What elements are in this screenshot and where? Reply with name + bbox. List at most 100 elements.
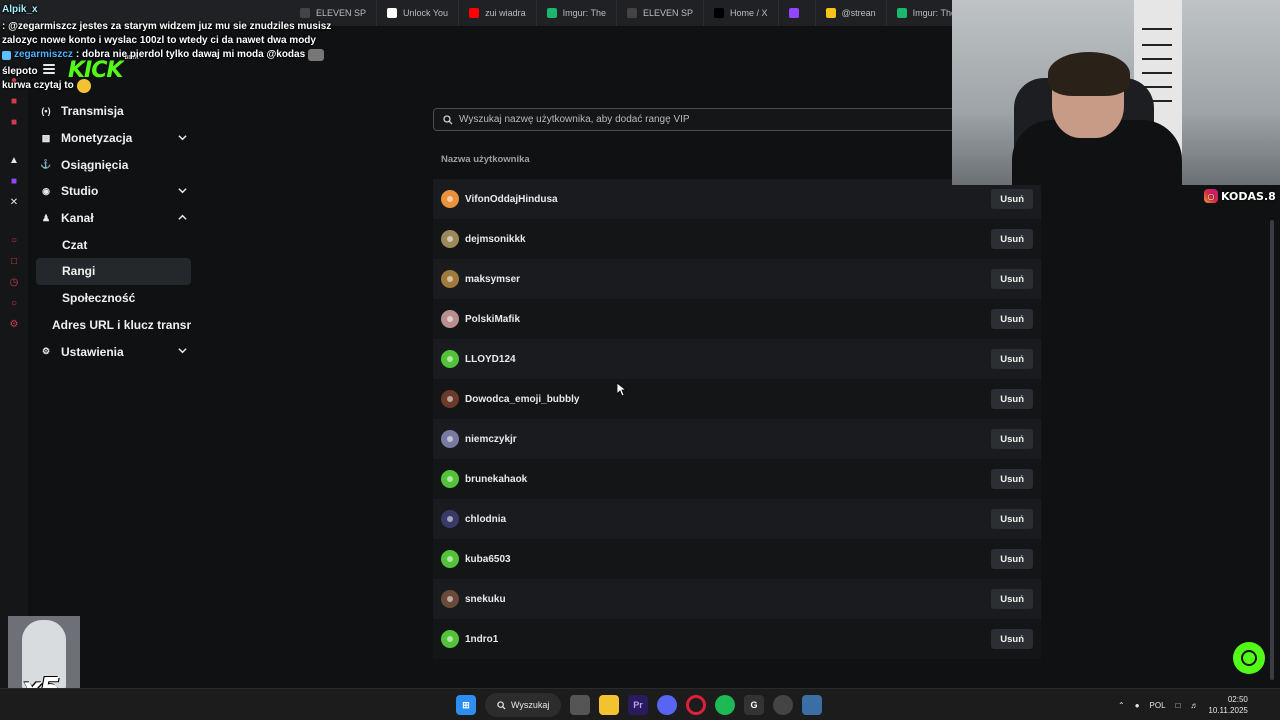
avatar bbox=[441, 470, 459, 488]
network-icon[interactable]: □ bbox=[1176, 701, 1181, 710]
support-chat-button[interactable] bbox=[1233, 642, 1265, 674]
chat-username: zegarmiszcz bbox=[14, 49, 73, 60]
remove-vip-button[interactable]: Usuń bbox=[991, 309, 1033, 329]
username[interactable]: dejmsonikkk bbox=[465, 234, 526, 245]
tab-favicon-icon bbox=[469, 8, 480, 18]
sidebar-item-stream-url-key[interactable]: Adres URL i klucz transmisji bbox=[36, 312, 191, 339]
taskbar-search[interactable]: Wyszukaj bbox=[485, 693, 561, 717]
browser-tab[interactable]: Unlock You bbox=[377, 0, 460, 26]
table-row: brunekahaok Usuń bbox=[433, 459, 1041, 499]
avatar bbox=[441, 270, 459, 288]
remove-vip-button[interactable]: Usuń bbox=[991, 429, 1033, 449]
chat-username: Alpik_x bbox=[2, 4, 38, 15]
vip-search-box[interactable] bbox=[433, 108, 963, 131]
username[interactable]: VifonOddajHindusa bbox=[465, 194, 558, 205]
gear-icon[interactable]: ⚙ bbox=[8, 318, 20, 330]
browser-tab[interactable]: Home / X bbox=[704, 0, 779, 26]
table-row: chlodnia Usuń bbox=[433, 499, 1041, 539]
volume-icon[interactable]: ♬ bbox=[1190, 701, 1198, 710]
sidebar-item-kanal[interactable]: ♟ Kanał bbox=[36, 205, 191, 232]
sidebar-item-rangi[interactable]: Rangi bbox=[36, 258, 191, 285]
file-explorer-icon[interactable] bbox=[599, 695, 619, 715]
webcam-overlay bbox=[952, 0, 1280, 185]
avatar bbox=[441, 630, 459, 648]
discord-icon[interactable] bbox=[657, 695, 677, 715]
page-scrollbar[interactable] bbox=[1270, 220, 1274, 680]
chevron-down-icon bbox=[178, 134, 187, 141]
remove-vip-button[interactable]: Usuń bbox=[991, 349, 1033, 369]
spotify-icon[interactable] bbox=[715, 695, 735, 715]
remove-vip-button[interactable]: Usuń bbox=[991, 549, 1033, 569]
twitch-icon[interactable]: ■ bbox=[8, 175, 20, 187]
username[interactable]: PolskiMafik bbox=[465, 314, 520, 325]
username[interactable]: 1ndro1 bbox=[465, 634, 498, 645]
table-row: snekuku Usuń bbox=[433, 579, 1041, 619]
remove-vip-button[interactable]: Usuń bbox=[991, 269, 1033, 289]
browser-tab[interactable]: @strean bbox=[816, 0, 887, 26]
task-view-icon[interactable] bbox=[570, 695, 590, 715]
browser-tab[interactable]: Imgur: The bbox=[537, 0, 617, 26]
browser-tab[interactable]: ELEVEN SP bbox=[617, 0, 704, 26]
app-icon[interactable]: ■ bbox=[8, 95, 20, 107]
remove-vip-button[interactable]: Usuń bbox=[991, 509, 1033, 529]
remove-vip-button[interactable]: Usuń bbox=[991, 629, 1033, 649]
app-icon[interactable]: □ bbox=[8, 255, 20, 267]
emote-icon bbox=[76, 79, 91, 93]
premiere-icon[interactable]: Pr bbox=[628, 695, 648, 715]
app-icon[interactable]: ○ bbox=[8, 234, 20, 246]
sidebar-item-czat[interactable]: Czat bbox=[36, 231, 191, 258]
username[interactable]: snekuku bbox=[465, 594, 506, 605]
username[interactable]: Dowodca_emoji_bubbly bbox=[465, 394, 579, 405]
username[interactable]: kuba6503 bbox=[465, 554, 511, 565]
remove-vip-button[interactable]: Usuń bbox=[991, 469, 1033, 489]
username[interactable]: LLOYD124 bbox=[465, 354, 516, 365]
sidebar-item-spolecznosc[interactable]: Społeczność bbox=[36, 285, 191, 312]
tab-favicon-icon bbox=[788, 8, 799, 18]
remove-vip-button[interactable]: Usuń bbox=[991, 189, 1033, 209]
vip-search-input[interactable] bbox=[459, 114, 939, 125]
username[interactable]: maksymser bbox=[465, 274, 520, 285]
chat-badge-icon bbox=[2, 50, 11, 60]
sidebar-item-studio[interactable]: ◉ Studio bbox=[36, 178, 191, 205]
username[interactable]: brunekahaok bbox=[465, 474, 527, 485]
app-icon[interactable]: ○ bbox=[8, 297, 20, 309]
chat-text: kurwa czytaj to bbox=[2, 80, 74, 91]
sidebar-item-osiagniecia[interactable]: ⚓ Osiągnięcia bbox=[36, 151, 191, 178]
chevron-up-icon[interactable]: ⌃ bbox=[1118, 701, 1125, 710]
browser-sidebar-rail: ● ■ ■ ▲ ■ ✕ ○ □ ◷ ○ ⚙ bbox=[0, 26, 28, 688]
username[interactable]: chlodnia bbox=[465, 514, 506, 525]
remove-vip-button[interactable]: Usuń bbox=[991, 229, 1033, 249]
remove-vip-button[interactable]: Usuń bbox=[991, 389, 1033, 409]
avatar bbox=[441, 310, 459, 328]
search-icon bbox=[497, 700, 506, 710]
tab-favicon-icon bbox=[714, 8, 724, 18]
sidebar-item-transmisja[interactable]: (•) Transmisja bbox=[36, 98, 191, 125]
app-icon[interactable]: G bbox=[744, 695, 764, 715]
username[interactable]: niemczykjr bbox=[465, 434, 517, 445]
emote-icon bbox=[308, 49, 325, 61]
broadcast-icon: (•) bbox=[41, 106, 51, 117]
sidebar-item-ustawienia[interactable]: ⚙ Ustawienia bbox=[36, 338, 191, 365]
clock-icon[interactable]: ◷ bbox=[8, 276, 20, 288]
search-icon bbox=[443, 114, 453, 124]
chat-text-tail: ślepoto bbox=[2, 66, 38, 77]
language-indicator[interactable]: POL bbox=[1150, 701, 1166, 710]
chat-text: : @zegarmiszcz jestes za starym widzem j… bbox=[2, 21, 332, 46]
microphone-icon[interactable]: ● bbox=[1135, 701, 1140, 710]
app-icon[interactable] bbox=[773, 695, 793, 715]
chevron-down-icon bbox=[178, 348, 187, 354]
table-row: Dowodca_emoji_bubbly Usuń bbox=[433, 379, 1041, 419]
x-icon[interactable]: ✕ bbox=[8, 196, 20, 208]
remove-vip-button[interactable]: Usuń bbox=[991, 589, 1033, 609]
opera-icon[interactable] bbox=[686, 695, 706, 715]
sidebar-item-monetyzacja[interactable]: ▩ Monetyzacja bbox=[36, 125, 191, 152]
app-icon[interactable]: ■ bbox=[8, 116, 20, 128]
taskbar-clock[interactable]: 02:50 10.11.2025 bbox=[1208, 694, 1247, 716]
arrow-icon[interactable]: ▲ bbox=[8, 154, 20, 166]
studio-icon: ◉ bbox=[42, 185, 50, 196]
browser-tab[interactable]: zui wiadra bbox=[459, 0, 537, 26]
browser-tab[interactable] bbox=[779, 0, 816, 26]
windows-start-icon[interactable]: ⊞ bbox=[456, 695, 476, 715]
mouse-cursor-icon bbox=[617, 383, 627, 397]
calculator-icon[interactable] bbox=[802, 695, 822, 715]
